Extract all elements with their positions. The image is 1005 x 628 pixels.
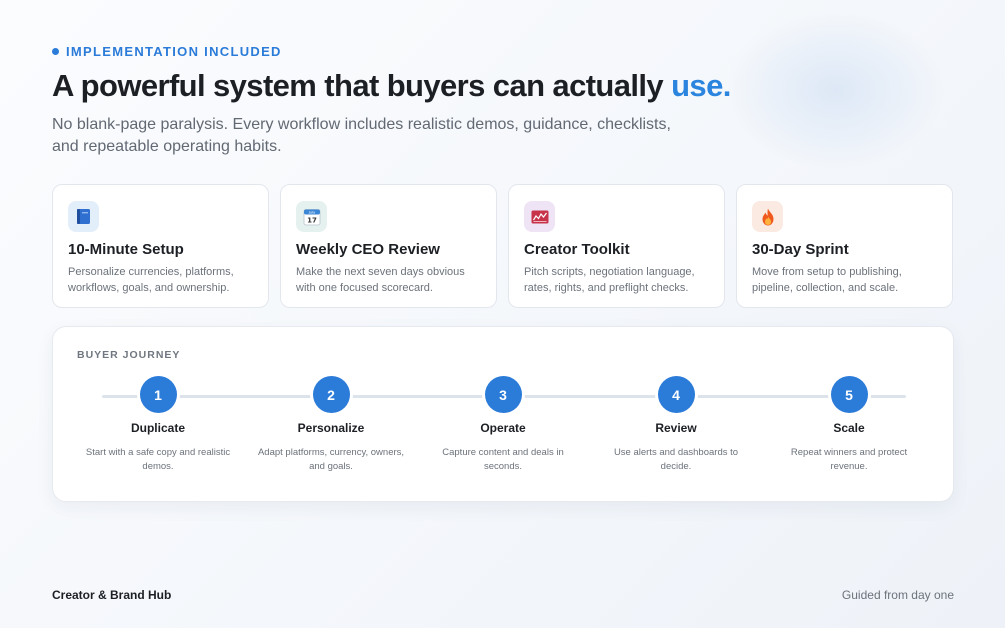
step-desc: Adapt platforms, currency, owners, and g… bbox=[257, 447, 405, 472]
fire-icon bbox=[752, 201, 783, 232]
journey-step-scale: 5 Scale Repeat winners and protect reven… bbox=[769, 376, 929, 473]
feature-card-desc: Move from setup to publishing, pipeline,… bbox=[752, 266, 902, 294]
footer-tagline: Guided from day one bbox=[841, 588, 954, 602]
calendar-icon: July 17 bbox=[296, 201, 327, 232]
page: IMPLEMENTATION INCLUDED A powerful syste… bbox=[52, 0, 954, 628]
step-desc: Repeat winners and protect revenue. bbox=[790, 447, 908, 472]
footer-brand: Creator & Brand Hub bbox=[52, 588, 172, 602]
journey-step-personalize: 2 Personalize Adapt platforms, currency,… bbox=[251, 376, 411, 473]
headline-main: A powerful system that buyers can actual… bbox=[52, 68, 672, 103]
buyer-journey-panel: BUYER JOURNEY 1 Duplicate Start with a s… bbox=[52, 326, 954, 502]
feature-card-desc: Personalize currencies, platforms, workf… bbox=[68, 266, 234, 294]
feature-card-sprint: 30-Day Sprint Move from setup to publish… bbox=[736, 184, 953, 308]
step-name: Scale bbox=[833, 421, 865, 435]
step-desc: Capture content and deals in seconds. bbox=[442, 447, 564, 472]
buyer-journey-label: BUYER JOURNEY bbox=[77, 349, 181, 361]
chart-icon bbox=[524, 201, 555, 232]
step-name: Review bbox=[655, 421, 697, 435]
calendar-day: 17 bbox=[307, 216, 317, 224]
feature-card-toolkit: Creator Toolkit Pitch scripts, negotiati… bbox=[508, 184, 725, 308]
step-number: 5 bbox=[830, 376, 868, 413]
step-number: 2 bbox=[312, 376, 350, 413]
feature-card-title: 30-Day Sprint bbox=[752, 241, 849, 258]
step-desc: Start with a safe copy and realistic dem… bbox=[85, 447, 231, 472]
step-number: 4 bbox=[657, 376, 695, 413]
eyebrow-label: IMPLEMENTATION INCLUDED bbox=[66, 44, 282, 59]
feature-card-desc: Make the next seven days obvious with on… bbox=[296, 266, 465, 294]
page-headline: A powerful system that buyers can actual… bbox=[52, 68, 731, 104]
step-name: Operate bbox=[480, 421, 526, 435]
journey-step-review: 4 Review Use alerts and dashboards to de… bbox=[596, 376, 756, 473]
feature-card-setup: 10-Minute Setup Personalize currencies, … bbox=[52, 184, 269, 308]
eyebrow: IMPLEMENTATION INCLUDED bbox=[52, 44, 282, 59]
feature-card-title: Creator Toolkit bbox=[524, 241, 630, 258]
book-icon bbox=[68, 201, 99, 232]
feature-card-desc: Pitch scripts, negotiation language, rat… bbox=[524, 266, 695, 294]
feature-cards: 10-Minute Setup Personalize currencies, … bbox=[52, 184, 954, 308]
step-desc: Use alerts and dashboards to decide. bbox=[613, 447, 739, 472]
headline-accent: use. bbox=[671, 68, 731, 103]
journey-step-operate: 3 Operate Capture content and deals in s… bbox=[423, 376, 583, 473]
feature-card-review: July 17 Weekly CEO Review Make the next … bbox=[280, 184, 497, 308]
journey-step-duplicate: 1 Duplicate Start with a safe copy and r… bbox=[78, 376, 238, 473]
feature-card-title: 10-Minute Setup bbox=[68, 241, 184, 258]
page-subtitle: No blank-page paralysis. Every workflow … bbox=[52, 116, 671, 155]
step-name: Duplicate bbox=[130, 421, 185, 435]
feature-card-title: Weekly CEO Review bbox=[296, 241, 440, 258]
step-name: Personalize bbox=[297, 421, 365, 435]
calendar-month: July bbox=[307, 210, 315, 214]
eyebrow-dot bbox=[52, 48, 59, 55]
step-number: 3 bbox=[484, 376, 522, 413]
step-number: 1 bbox=[139, 376, 177, 413]
